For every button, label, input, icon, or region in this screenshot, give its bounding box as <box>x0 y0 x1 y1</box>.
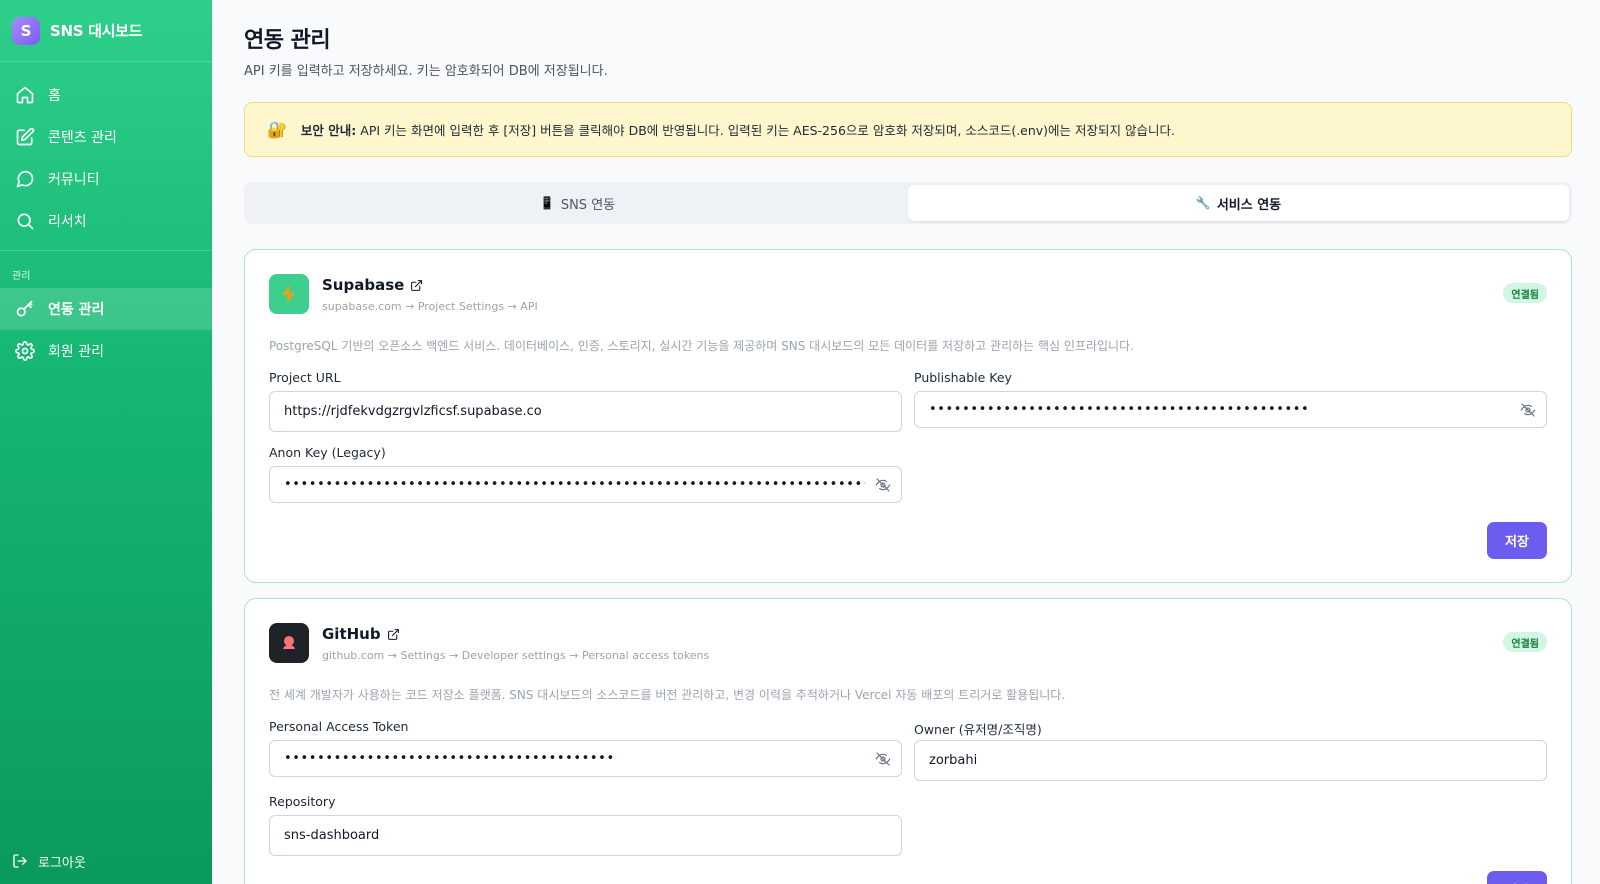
notice-label: 보안 안내: <box>300 123 357 138</box>
eye-off-icon[interactable] <box>865 751 901 767</box>
logout-label: 로그아웃 <box>38 855 86 871</box>
supabase-card: Supabase supabase.com → Project Settings… <box>244 249 1572 583</box>
service-path: github.com → Settings → Developer settin… <box>322 649 710 662</box>
owner-input[interactable]: zorbahi <box>914 740 1547 781</box>
security-notice: 🔐 보안 안내: API 키는 화면에 입력한 후 [저장] 버튼을 클릭해야 … <box>244 102 1572 157</box>
main-content: 연동 관리 API 키를 입력하고 저장하세요. 키는 암호화되어 DB에 저장… <box>212 0 1600 884</box>
brand-title: SNS 대시보드 <box>50 22 143 40</box>
sidebar-item-home[interactable]: 홈 <box>0 74 212 116</box>
github-card: GitHub github.com → Settings → Developer… <box>244 598 1572 884</box>
tab-services[interactable]: 🔧 서비스 연동 <box>908 185 1569 221</box>
service-name[interactable]: Supabase <box>322 276 423 294</box>
page-title: 연동 관리 <box>244 28 331 53</box>
logout-button[interactable]: 로그아웃 <box>0 844 86 878</box>
status-badge: 연결됨 <box>1503 632 1547 652</box>
sidebar-item-content[interactable]: 콘텐츠 관리 <box>0 116 212 158</box>
input-value: •••••••••••••••••••••••••••••••••••••••• <box>284 751 615 766</box>
project-url-label: Project URL <box>269 370 341 385</box>
anon-key-label: Anon Key (Legacy) <box>269 445 386 460</box>
search-icon <box>14 210 36 232</box>
project-url-input[interactable]: https://rjdfekvdgzrgvlzficsf.supabase.co <box>269 391 902 432</box>
supabase-logo-icon <box>269 274 309 314</box>
gear-icon <box>14 340 36 362</box>
main-nav: 홈 콘텐츠 관리 커뮤니티 리서치 관리 연동 관리 회원 관리 <box>0 62 212 372</box>
sidebar-item-research[interactable]: 리서치 <box>0 200 212 242</box>
input-value: ••••••••••••••••••••••••••••••••••••••••… <box>929 402 1310 417</box>
publishable-key-input[interactable]: ••••••••••••••••••••••••••••••••••••••••… <box>914 391 1547 428</box>
sidebar-item-integrations[interactable]: 연동 관리 <box>0 288 212 330</box>
eye-off-icon[interactable] <box>1510 402 1546 418</box>
input-value: zorbahi <box>929 753 978 768</box>
service-description: PostgreSQL 기반의 오픈소스 백엔드 서비스. 데이터베이스, 인증,… <box>269 339 1134 353</box>
key-icon <box>14 298 36 320</box>
lock-icon: 🔐 <box>267 120 287 139</box>
phone-icon: 📱 <box>539 196 555 210</box>
page-subtitle: API 키를 입력하고 저장하세요. 키는 암호화되어 DB에 저장됩니다. <box>244 64 608 79</box>
edit-icon <box>14 126 36 148</box>
repository-input[interactable]: sns-dashboard <box>269 815 902 856</box>
chat-icon <box>14 168 36 190</box>
tab-label: 서비스 연동 <box>1216 197 1282 213</box>
nav-section-label: 관리 <box>12 271 31 282</box>
brand[interactable]: S SNS 대시보드 <box>0 0 212 62</box>
external-link-icon[interactable] <box>410 279 423 292</box>
eye-off-icon[interactable] <box>865 477 901 493</box>
sidebar-item-members[interactable]: 회원 관리 <box>0 330 212 372</box>
sidebar-item-label: 리서치 <box>48 214 87 230</box>
notice-text: API 키는 화면에 입력한 후 [저장] 버튼을 클릭해야 DB에 반영됩니다… <box>360 123 1175 138</box>
service-path: supabase.com → Project Settings → API <box>322 300 538 313</box>
service-description: 전 세계 개발자가 사용하는 코드 저장소 플랫폼. SNS 대시보드의 소스코… <box>269 688 1066 702</box>
external-link-icon[interactable] <box>387 628 400 641</box>
sidebar-item-label: 커뮤니티 <box>48 172 100 188</box>
token-input[interactable]: •••••••••••••••••••••••••••••••••••••••• <box>269 740 902 777</box>
input-value: sns-dashboard <box>284 828 380 843</box>
brand-logo: S <box>12 16 40 45</box>
save-button[interactable]: 저장 <box>1487 871 1547 884</box>
sidebar: S SNS 대시보드 홈 콘텐츠 관리 커뮤니티 리서치 관리 연동 관리 회원… <box>0 0 212 884</box>
sidebar-item-label: 연동 관리 <box>48 302 105 318</box>
github-logo-icon <box>269 623 309 663</box>
input-value: https://rjdfekvdgzrgvlzficsf.supabase.co <box>284 404 542 419</box>
sidebar-item-label: 회원 관리 <box>48 344 104 360</box>
save-button[interactable]: 저장 <box>1487 522 1547 559</box>
integration-tabs: 📱 SNS 연동 🔧 서비스 연동 <box>244 182 1572 224</box>
sidebar-item-label: 홈 <box>48 88 61 104</box>
service-name[interactable]: GitHub <box>322 625 400 643</box>
input-value: ••••••••••••••••••••••••••••••••••••••••… <box>284 477 865 492</box>
sidebar-item-label: 콘텐츠 관리 <box>48 130 117 146</box>
service-name-text: Supabase <box>322 276 405 294</box>
anon-key-input[interactable]: ••••••••••••••••••••••••••••••••••••••••… <box>269 466 902 503</box>
repository-label: Repository <box>269 794 336 809</box>
owner-label: Owner (유저명/조직명) <box>914 722 1042 737</box>
tab-sns[interactable]: 📱 SNS 연동 <box>247 185 908 221</box>
status-badge: 연결됨 <box>1503 283 1547 303</box>
publishable-key-label: Publishable Key <box>914 370 1012 385</box>
sidebar-item-community[interactable]: 커뮤니티 <box>0 158 212 200</box>
wrench-icon: 🔧 <box>1195 196 1211 210</box>
logout-icon <box>13 854 27 868</box>
tab-label: SNS 연동 <box>560 197 616 213</box>
token-label: Personal Access Token <box>269 719 409 734</box>
home-icon <box>14 84 36 106</box>
service-name-text: GitHub <box>322 625 381 643</box>
